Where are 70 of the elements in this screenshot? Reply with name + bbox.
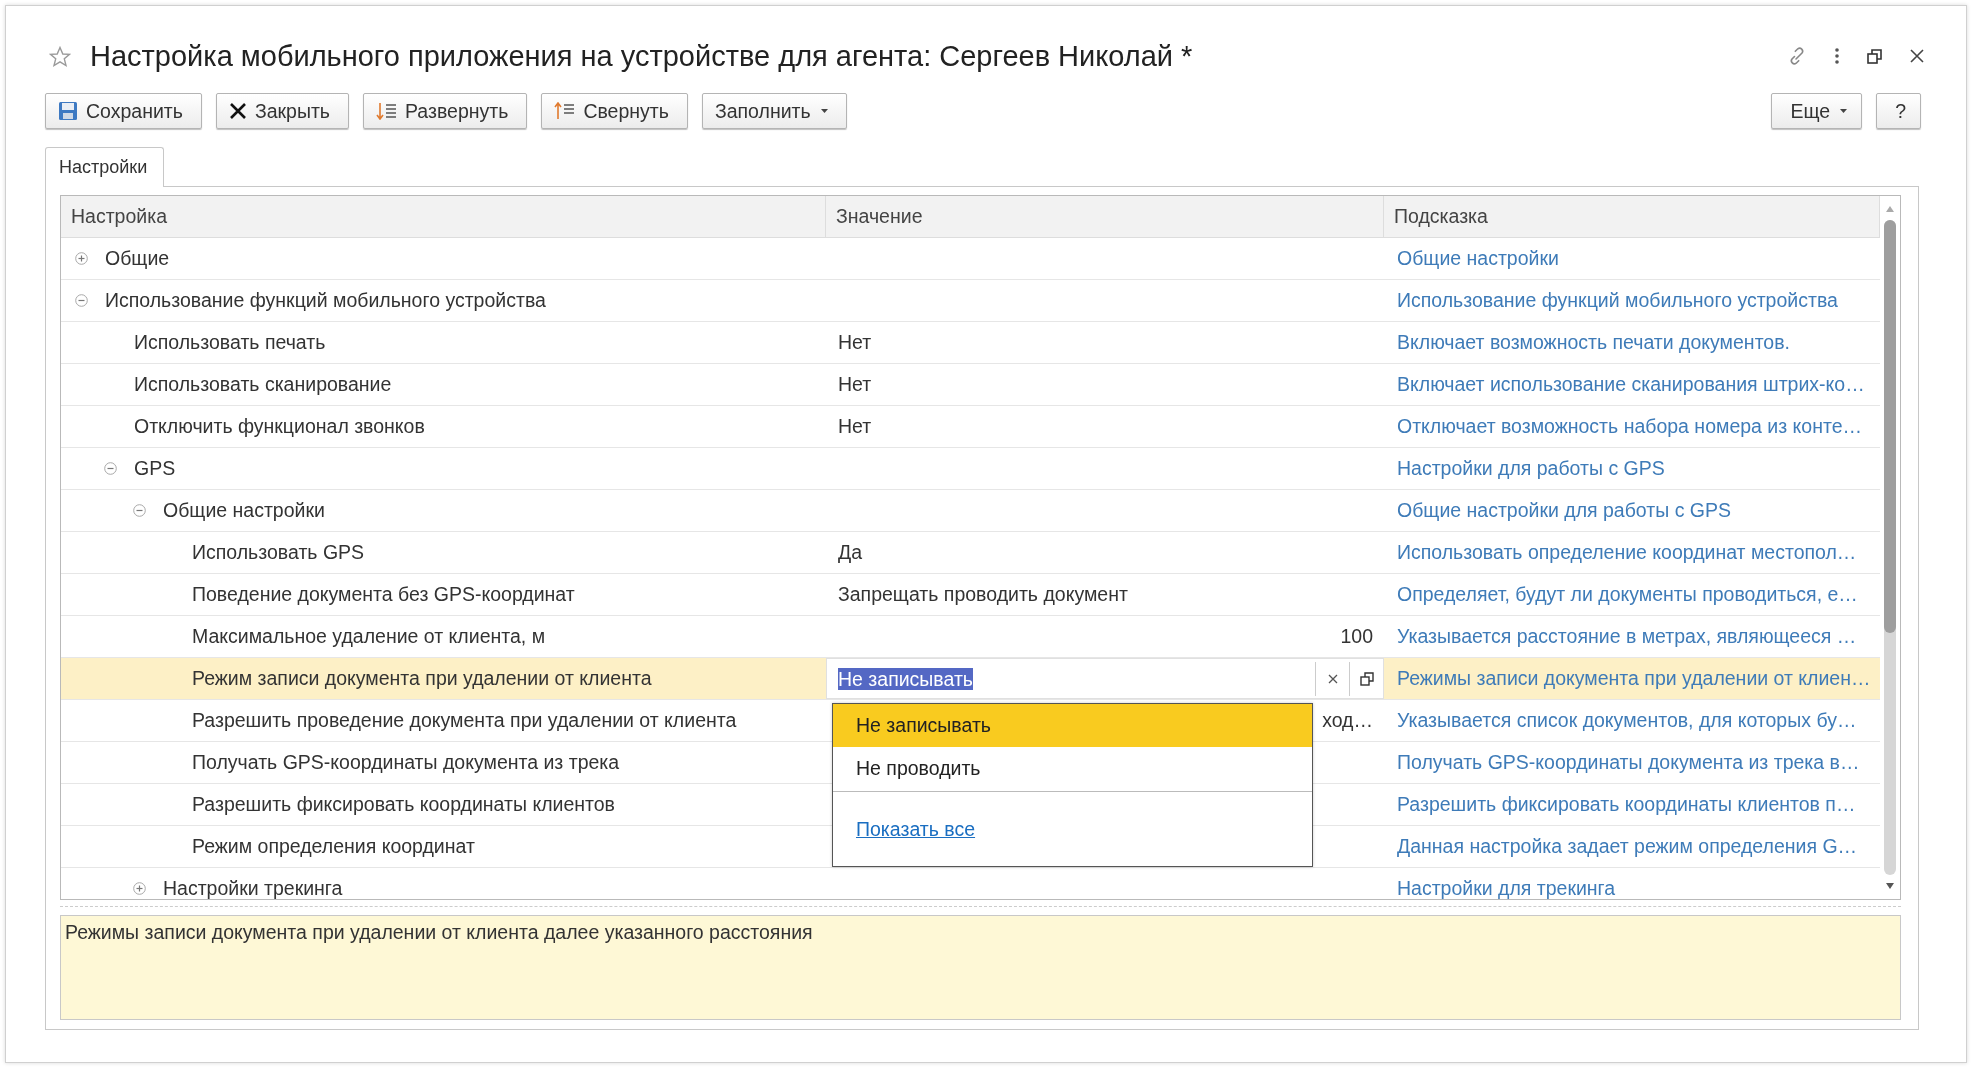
- table-cell-text: Использовать GPS: [191, 540, 366, 565]
- table-cell-text: Максимальное удаление от клиента, м: [191, 624, 547, 649]
- cell-value: Нет: [838, 331, 872, 354]
- table-cell-text: Разрешить фиксировать координаты клиентов: [191, 792, 616, 817]
- toolbar-button[interactable]: ?: [1876, 93, 1921, 129]
- table-cell-text: Разрешить проведение документа при удалении от клиента: [191, 708, 738, 733]
- toolbar-button[interactable]: Заполнить: [701, 93, 847, 129]
- collapse-icon[interactable]: [104, 462, 117, 475]
- show-all-link[interactable]: Показать все: [856, 817, 976, 841]
- hint-cell-text: Определяет, будут ли документы проводиться, е…: [1396, 582, 1859, 607]
- toolbar-button[interactable]: Свернуть: [541, 93, 688, 129]
- window-title: Настройка мобильного приложения на устройстве для агента: Сергеев Николай *: [90, 39, 1193, 73]
- restore-icon[interactable]: [1867, 48, 1882, 64]
- table-cell: GPS: [61, 448, 826, 489]
- expand-icon[interactable]: [75, 252, 88, 265]
- table-cell: Общие настройки: [61, 490, 826, 531]
- hint-cell-text: Использовать определение координат местопол…: [1396, 540, 1858, 565]
- toolbar-button[interactable]: Сохранить: [45, 93, 202, 129]
- cell-value: Да: [838, 541, 863, 564]
- close-icon: [228, 102, 247, 120]
- expand-icon[interactable]: [133, 882, 146, 895]
- hint-cell: Режимы записи документа при удалении от клиен…: [1384, 658, 1880, 699]
- cell-value: ход…: [1322, 709, 1373, 732]
- table-cell-text: Получать GPS-координаты документа из трека: [191, 750, 621, 775]
- collapse-icon[interactable]: [133, 504, 146, 517]
- hint-cell-text: Указывается список документов, для которых бу…: [1396, 708, 1858, 733]
- hint-cell-text: Включает возможность печати документов.: [1396, 330, 1791, 355]
- table-cell-text: Режим определения координат: [191, 834, 476, 859]
- table-cell: Настройки трекинга: [61, 868, 826, 899]
- hint-cell-text: Включает использование сканирования штрих-ко…: [1396, 372, 1866, 397]
- hint-cell-text: Общие настройки: [1396, 246, 1560, 271]
- column-header[interactable]: Значение: [826, 196, 1384, 237]
- star-icon[interactable]: [49, 45, 71, 67]
- cell-value: Запрещать проводить документ: [838, 583, 1128, 606]
- scroll-up-icon[interactable]: [1886, 206, 1894, 212]
- table-cell-text: Поведение документа без GPS-координат: [191, 582, 576, 607]
- table-cell: Использование функций мобильного устройства: [61, 280, 826, 321]
- cell-value: Нет: [838, 415, 872, 438]
- table-cell-text: Использовать сканирование: [133, 372, 393, 397]
- column-header[interactable]: Настройка: [61, 196, 826, 237]
- collapse-icon[interactable]: [75, 294, 88, 307]
- toolbar-button[interactable]: Развернуть: [363, 93, 528, 129]
- hint-cell-text: Настройки для работы с GPS: [1396, 456, 1666, 481]
- toolbar-button[interactable]: Закрыть: [215, 93, 349, 129]
- hint-cell-text: Разрешить фиксировать координаты клиентов п…: [1396, 792, 1857, 817]
- scroll-thumb[interactable]: [1884, 220, 1896, 633]
- dropdown-option[interactable]: Не записывать: [833, 704, 1312, 747]
- hint-cell-text: Настройки для трекинга: [1396, 876, 1617, 899]
- description-box: Режимы записи документа при удалении от клиента далее указанного расстояния: [60, 915, 1901, 1020]
- table-cell: Режим записи документа при удалении от клиента: [61, 658, 826, 699]
- table-cell-text: Использовать печать: [133, 330, 327, 355]
- scroll-down-icon[interactable]: [1886, 883, 1894, 889]
- cell-value: Нет: [838, 373, 872, 396]
- more-icon[interactable]: [1834, 47, 1840, 65]
- dropdown-option[interactable]: Не проводить: [833, 747, 1312, 790]
- tab[interactable]: Настройки: [45, 147, 165, 187]
- hint-cell-text: Получать GPS-координаты документа из трека в…: [1396, 750, 1861, 775]
- hint-cell-text: Отключает возможность набора номера из конте…: [1396, 414, 1863, 439]
- hint-cell-text: Данная настройка задает режим определения G…: [1396, 834, 1859, 859]
- table-cell: Общие: [61, 238, 826, 279]
- close-icon[interactable]: [1909, 48, 1925, 64]
- hint-cell-text: Использование функций мобильного устройства: [1396, 288, 1839, 313]
- collapse-all-icon: [554, 102, 576, 120]
- column-header[interactable]: Подсказка: [1384, 196, 1880, 237]
- toolbar-button[interactable]: Еще: [1771, 93, 1863, 129]
- hint-cell-text: Общие настройки для работы с GPS: [1396, 498, 1732, 523]
- cell-value: 100: [1340, 625, 1373, 648]
- table-cell-text: Отключить функционал звонков: [133, 414, 426, 439]
- hint-cell-text: Указывается расстояние в метрах, являющееся …: [1396, 624, 1858, 649]
- expand-all-icon: [376, 102, 397, 120]
